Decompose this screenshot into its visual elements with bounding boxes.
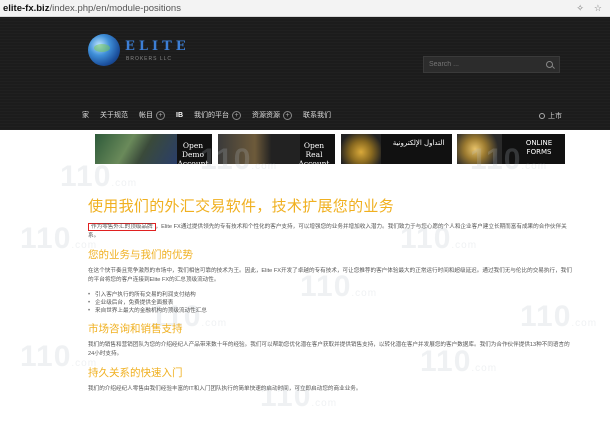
marketing-paragraph: 我们的销售和营销团队为您的介绍经纪人产品带来数十年的经验。我们可以帮助您优化潜在… xyxy=(88,342,570,357)
online-forms-banner[interactable]: ONLINE FORMS xyxy=(457,134,565,164)
expand-plus-icon[interactable]: + xyxy=(232,110,241,120)
page-title: 使用我们的外汇交易软件，技术扩展您的业务 xyxy=(88,198,395,215)
open-demo-account-banner[interactable]: Open Demo Account xyxy=(95,134,212,164)
gear-icon xyxy=(539,113,545,119)
address-bar-icons: ✧ ☆ xyxy=(576,3,602,14)
intro-paragraph: 作为零售外汇的顶级品牌 ，Elite FX通过提供领先的专有技术和个性化的客户支持… xyxy=(88,223,567,239)
banner-label: ONLINE FORMS xyxy=(525,139,553,156)
section-heading-advantages: 您的业务与我们的优势 xyxy=(88,249,193,261)
search-box xyxy=(423,56,560,73)
banner-label: Open Demo Account xyxy=(177,141,209,164)
advantages-list: 引入客户执行的所有交易的利润支付结构 企业级后台，免费提供全面报表 来自世界上最… xyxy=(88,291,572,315)
watermark: 110.com xyxy=(60,160,138,193)
quickstart-paragraph: 我们的介绍经纪人零售由我们经验丰富的IT和入门团队执行的简单快速的启动时间，可立… xyxy=(88,386,362,392)
nav-item-contact[interactable]: 联系我们 xyxy=(303,110,331,120)
globe-logo-icon xyxy=(88,34,120,66)
main-nav: 家 关于规范 帐目 + IB 我们的平台 + 资源资源 + 联系我们 上市 xyxy=(82,105,562,125)
nav-item-accounts[interactable]: 帐目 + xyxy=(139,110,165,120)
site-header: ELITE BROKERS LLC 家 关于规范 帐目+ IB 我们的平台+ 资… xyxy=(0,17,610,130)
advantages-paragraph: 在这个快节奏且竞争激烈的市场中，我们相信可靠的技术为王。因此，Elite FX开… xyxy=(88,268,572,283)
highlighted-phrase: 作为零售外汇的顶级品牌 xyxy=(88,223,156,231)
logo-subtext: BROKERS LLC xyxy=(126,56,173,62)
watermark: 110.com xyxy=(20,222,98,255)
bookmark-star-icon[interactable]: ☆ xyxy=(594,3,602,14)
trading-phone-image xyxy=(95,134,177,164)
trader-image xyxy=(218,134,300,164)
banner-label: Open Real Account xyxy=(298,141,330,164)
expand-plus-icon[interactable]: + xyxy=(156,110,165,120)
main-content: 使用我们的外汇交易软件，技术扩展您的业务 作为零售外汇的顶级品牌 ，Elite F… xyxy=(88,195,572,394)
nav-item-home[interactable]: 家 xyxy=(82,110,89,120)
list-item: 来自世界上最大的金融机构的顶级流动性汇总 xyxy=(88,307,572,315)
list-item: 企业级后台，免费提供全面报表 xyxy=(88,299,572,307)
extensions-icon[interactable]: ✧ xyxy=(576,3,584,14)
promo-banners: Open Demo Account Open Real Account التد… xyxy=(95,134,565,164)
open-real-account-banner[interactable]: Open Real Account xyxy=(218,134,335,164)
section-heading-marketing: 市场咨询和销售支持 xyxy=(88,323,183,335)
coins-image xyxy=(341,134,381,164)
section-heading-quickstart: 持久关系的快速入门 xyxy=(88,367,183,379)
nav-item-about[interactable]: 关于规范 xyxy=(100,110,128,120)
watermark: 110.com xyxy=(20,340,98,373)
logo-text: ELITE xyxy=(125,39,190,54)
search-icon[interactable] xyxy=(546,61,553,68)
nav-right-link[interactable]: 上市 xyxy=(539,111,562,121)
expand-plus-icon[interactable]: + xyxy=(283,110,292,120)
search-input[interactable] xyxy=(424,61,542,68)
site-logo[interactable]: ELITE BROKERS LLC xyxy=(88,34,188,69)
electronic-trading-banner[interactable]: التداول الإلكترونية xyxy=(341,134,452,164)
banner-label: التداول الإلكترونية xyxy=(392,139,445,147)
money-bag-image xyxy=(457,134,502,164)
url-text[interactable]: elite-fx.biz/index.php/en/module-positio… xyxy=(3,3,181,14)
address-bar[interactable]: elite-fx.biz/index.php/en/module-positio… xyxy=(0,0,610,17)
nav-item-resources[interactable]: 资源资源 + xyxy=(252,110,292,120)
nav-item-platforms[interactable]: 我们的平台 + xyxy=(194,110,241,120)
list-item: 引入客户执行的所有交易的利润支付结构 xyxy=(88,291,572,299)
nav-item-ib[interactable]: IB xyxy=(176,112,183,119)
